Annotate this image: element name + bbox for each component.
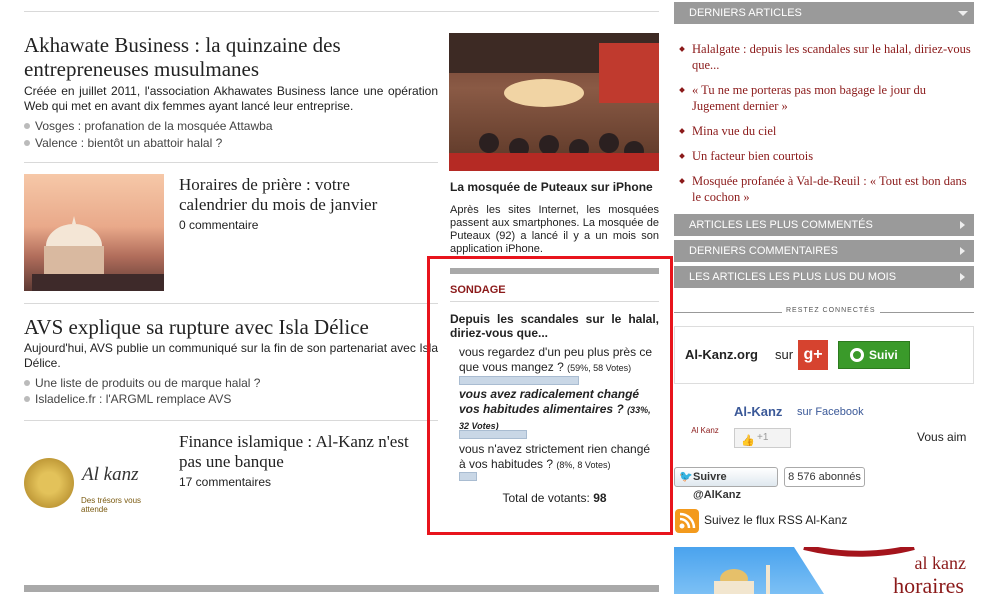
twitter-bird-icon: 🐦 — [679, 471, 693, 483]
bullet-icon — [24, 396, 30, 402]
prayer-times-banner[interactable]: al kanz horaires — [674, 547, 974, 594]
twitter-follower-count[interactable]: 8 576 abonnés — [784, 467, 865, 487]
article-excerpt: Créée en juillet 2011, l'association Akh… — [24, 84, 438, 113]
section-divider — [24, 585, 659, 592]
like-button[interactable]: 👍 +1 — [734, 428, 791, 448]
related-link[interactable]: Isladelice.fr : l'ARGML remplace AVS — [24, 391, 231, 407]
gplus-box: Al-Kanz.org sur g+ Suivi — [674, 326, 974, 384]
latest-articles-header[interactable]: DERNIERS ARTICLES — [674, 2, 974, 24]
comment-count[interactable]: 0 commentaire — [179, 218, 258, 233]
banner-brand: al kanz — [914, 553, 966, 573]
chevron-right-icon — [960, 247, 965, 255]
latest-article-link[interactable]: Un facteur bien courtois — [674, 148, 974, 164]
latest-article-link[interactable]: Mosquée profanée à Val-de-Reuil : « Tout… — [674, 173, 974, 205]
gplus-follow-button[interactable]: Suivi — [838, 341, 910, 369]
tab-most-read[interactable]: LES ARTICLES LES PLUS LUS DU MOIS — [674, 266, 974, 288]
article-title[interactable]: Horaires de prière : votre calendrier du… — [179, 175, 419, 215]
banner-word: horaires — [893, 573, 964, 594]
poll-heading: SONDAGE — [450, 284, 506, 296]
latest-article-link[interactable]: « Tu ne me porteras pas mon bagage le jo… — [674, 82, 974, 114]
feature-title[interactable]: La mosquée de Puteaux sur iPhone — [450, 180, 653, 194]
bullet-icon — [24, 140, 30, 146]
bullet-icon — [24, 380, 30, 386]
article-title[interactable]: Akhawate Business : la quinzaine des ent… — [24, 33, 434, 81]
bullet-icon — [24, 123, 30, 129]
related-link[interactable]: Une liste de produits ou de marque halal… — [24, 375, 260, 391]
facebook-box: Al Kanz Al-Kanz sur Facebook 👍 +1 Vous ai… — [674, 392, 974, 460]
facebook-page-name[interactable]: Al-Kanz — [734, 404, 782, 419]
chevron-right-icon — [960, 273, 965, 281]
tab-latest-comments[interactable]: DERNIERS COMMENTAIRES — [674, 240, 974, 262]
chevron-right-icon — [960, 221, 965, 229]
circle-icon — [850, 348, 864, 362]
poll-header-bar — [450, 268, 659, 274]
article-thumbnail[interactable] — [24, 174, 164, 291]
article-excerpt: Aujourd'hui, AVS publie un communiqué su… — [24, 341, 438, 370]
poll-result-bar — [459, 376, 579, 385]
rss-icon[interactable] — [675, 509, 699, 533]
facebook-page-logo: Al Kanz — [691, 426, 719, 435]
article-title[interactable]: AVS explique sa rupture avec Isla Délice — [24, 315, 434, 339]
connect-label: RESTEZ CONNECTÉS — [782, 307, 880, 314]
latest-article-link[interactable]: Halalgate : depuis les scandales sur le … — [674, 41, 974, 73]
poll-option: vous regardez d'un peu plus près ce que … — [459, 345, 653, 374]
alkanz-logo[interactable]: Al kanz Des trésors vous attende — [24, 458, 164, 514]
poll-result-bar — [459, 472, 477, 481]
tab-most-commented[interactable]: ARTICLES LES PLUS COMMENTÉS — [674, 214, 974, 236]
related-link[interactable]: Valence : bientôt un abattoir halal ? — [24, 135, 222, 151]
chevron-down-icon — [958, 11, 968, 16]
twitter-follow-button[interactable]: 🐦 Suivre @AlKanz — [674, 467, 778, 501]
article-title[interactable]: Finance islamique : Al-Kanz n'est pas un… — [179, 432, 433, 472]
poll-result-bar — [459, 430, 527, 439]
poll-question: Depuis les scandales sur le halal, dirie… — [450, 312, 659, 340]
feature-image[interactable] — [449, 33, 659, 171]
latest-article-link[interactable]: Mina vue du ciel — [674, 123, 974, 139]
poll-option: vous avez radicalement changé vos habitu… — [459, 387, 651, 431]
poll-option: vous n'avez strictement rien changé à vo… — [459, 442, 651, 471]
rss-link[interactable]: Suivez le flux RSS Al-Kanz — [704, 513, 847, 527]
comment-count[interactable]: 17 commentaires — [179, 475, 271, 490]
mosque-prayer-image — [449, 33, 659, 171]
poll-total: Total de votants: 98 — [502, 491, 607, 505]
coin-icon — [24, 458, 74, 508]
related-link[interactable]: Vosges : profanation de la mosquée Attaw… — [24, 118, 273, 134]
gplus-icon[interactable]: g+ — [798, 340, 828, 370]
feature-excerpt: Après les sites Internet, les mosquées p… — [450, 204, 659, 255]
thumbs-up-icon: 👍 — [741, 435, 755, 447]
mosque-dome-image — [32, 216, 164, 291]
